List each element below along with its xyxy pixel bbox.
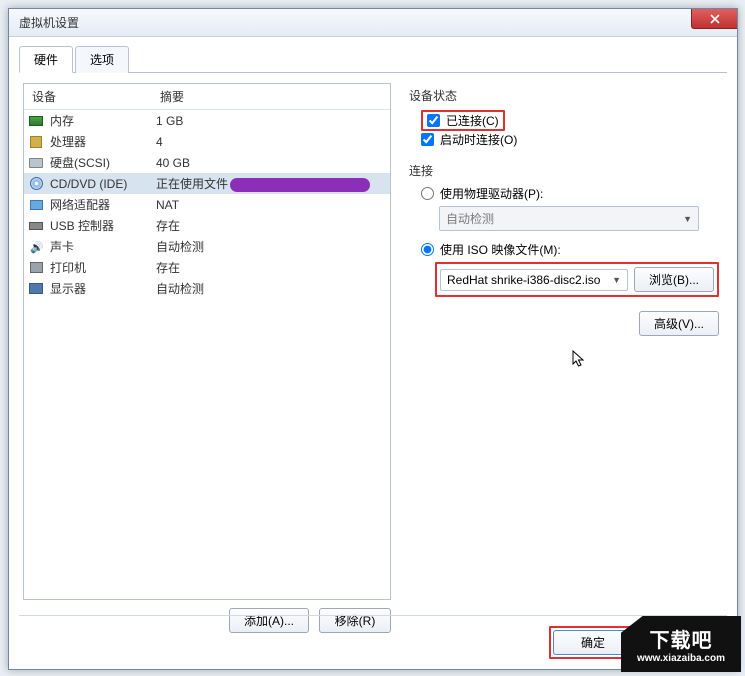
table-row[interactable]: 内存1 GB [24, 110, 390, 131]
usb-icon [28, 218, 44, 234]
device-panel: 设备 摘要 内存1 GB处理器4硬盘(SCSI)40 GBCD/DVD (IDE… [23, 83, 391, 633]
table-row[interactable]: 打印机存在 [24, 257, 390, 278]
table-row[interactable]: 显示器自动检测 [24, 278, 390, 299]
watermark-text: 下载吧 [650, 624, 713, 653]
device-name: CD/DVD (IDE) [50, 177, 156, 191]
redacted-path [230, 178, 370, 192]
iso-combo-value: RedHat shrike-i386-disc2.iso [447, 273, 600, 287]
device-summary: 4 [156, 135, 386, 149]
window-title: 虚拟机设置 [19, 14, 79, 31]
device-name: 内存 [50, 112, 156, 129]
device-summary: 存在 [156, 217, 386, 234]
device-summary: 40 GB [156, 156, 386, 170]
tab-body: 设备 摘要 内存1 GB处理器4硬盘(SCSI)40 GBCD/DVD (IDE… [19, 73, 727, 643]
connected-checkbox[interactable] [427, 114, 440, 127]
device-name: 网络适配器 [50, 196, 156, 213]
iso-row: 使用 ISO 映像文件(M): [421, 241, 719, 258]
titlebar[interactable]: 虚拟机设置 [9, 9, 737, 37]
status-group-label: 设备状态 [409, 87, 719, 104]
close-icon [710, 14, 720, 24]
iso-radio[interactable] [421, 243, 434, 256]
table-row[interactable]: 🔊 声卡自动检测 [24, 236, 390, 257]
advanced-row: 高级(V)... [409, 311, 719, 336]
physical-label[interactable]: 使用物理驱动器(P): [440, 185, 543, 202]
device-summary: 自动检测 [156, 238, 386, 255]
device-name: 处理器 [50, 133, 156, 150]
network-icon [28, 197, 44, 213]
browse-button[interactable]: 浏览(B)... [634, 267, 714, 292]
advanced-button[interactable]: 高级(V)... [639, 311, 719, 336]
detail-panel: 设备状态 已连接(C) 启动时连接(O) 连接 使用物理驱动器(P) [405, 83, 723, 633]
chevron-down-icon: ▼ [683, 214, 692, 224]
table-row[interactable]: CD/DVD (IDE)正在使用文件 [24, 173, 390, 194]
connected-highlight: 已连接(C) [421, 110, 505, 131]
display-icon [28, 281, 44, 297]
watermark-url: www.xiazaiba.com [637, 653, 725, 664]
device-summary: 自动检测 [156, 280, 386, 297]
col-device[interactable]: 设备 [24, 84, 152, 109]
printer-icon [28, 260, 44, 276]
iso-label[interactable]: 使用 ISO 映像文件(M): [440, 241, 561, 258]
tab-options[interactable]: 选项 [75, 46, 129, 73]
col-summary[interactable]: 摘要 [152, 84, 390, 109]
device-summary: 1 GB [156, 114, 386, 128]
cd-icon [28, 176, 44, 192]
device-name: 硬盘(SCSI) [50, 154, 156, 171]
tab-hardware[interactable]: 硬件 [19, 46, 73, 73]
settings-window: 虚拟机设置 硬件 选项 设备 摘要 内存1 GB处理器4硬盘(SCSI)40 G… [8, 8, 738, 670]
connected-label[interactable]: 已连接(C) [446, 112, 499, 129]
memory-icon [28, 113, 44, 129]
table-row[interactable]: 网络适配器NAT [24, 194, 390, 215]
bottom-bar: 确定 取消 [19, 615, 727, 659]
device-name: 显示器 [50, 280, 156, 297]
device-name: 打印机 [50, 259, 156, 276]
physical-combo[interactable]: 自动检测 ▼ [439, 206, 699, 231]
table-body: 内存1 GB处理器4硬盘(SCSI)40 GBCD/DVD (IDE)正在使用文… [24, 110, 390, 299]
device-name: 声卡 [50, 238, 156, 255]
client-area: 硬件 选项 设备 摘要 内存1 GB处理器4硬盘(SCSI)40 GBCD/DV… [9, 37, 737, 669]
poweron-row: 启动时连接(O) [421, 131, 719, 148]
connect-poweron-label[interactable]: 启动时连接(O) [440, 131, 517, 148]
physical-radio[interactable] [421, 187, 434, 200]
iso-combo[interactable]: RedHat shrike-i386-disc2.iso ▼ [440, 269, 628, 291]
tabs: 硬件 选项 [19, 45, 727, 73]
device-summary: NAT [156, 198, 386, 212]
table-row[interactable]: USB 控制器存在 [24, 215, 390, 236]
chevron-down-icon: ▼ [612, 275, 621, 285]
cpu-icon [28, 134, 44, 150]
device-summary: 正在使用文件 [156, 175, 386, 192]
table-header: 设备 摘要 [24, 84, 390, 110]
connection-group-label: 连接 [409, 162, 719, 179]
table-row[interactable]: 处理器4 [24, 131, 390, 152]
connect-poweron-checkbox[interactable] [421, 133, 434, 146]
status-group: 已连接(C) 启动时连接(O) [409, 110, 719, 148]
device-name: USB 控制器 [50, 217, 156, 234]
physical-row: 使用物理驱动器(P): [421, 185, 719, 202]
disk-icon [28, 155, 44, 171]
device-table: 设备 摘要 内存1 GB处理器4硬盘(SCSI)40 GBCD/DVD (IDE… [23, 83, 391, 600]
device-summary: 存在 [156, 259, 386, 276]
close-button[interactable] [691, 9, 737, 29]
sound-icon: 🔊 [28, 239, 44, 255]
physical-combo-value: 自动检测 [446, 210, 494, 227]
watermark: 下载吧 www.xiazaiba.com [621, 616, 741, 672]
iso-highlight: RedHat shrike-i386-disc2.iso ▼ 浏览(B)... [435, 262, 719, 297]
connection-group: 使用物理驱动器(P): 自动检测 ▼ 使用 ISO 映像文件(M): RedHa… [409, 185, 719, 297]
table-row[interactable]: 硬盘(SCSI)40 GB [24, 152, 390, 173]
